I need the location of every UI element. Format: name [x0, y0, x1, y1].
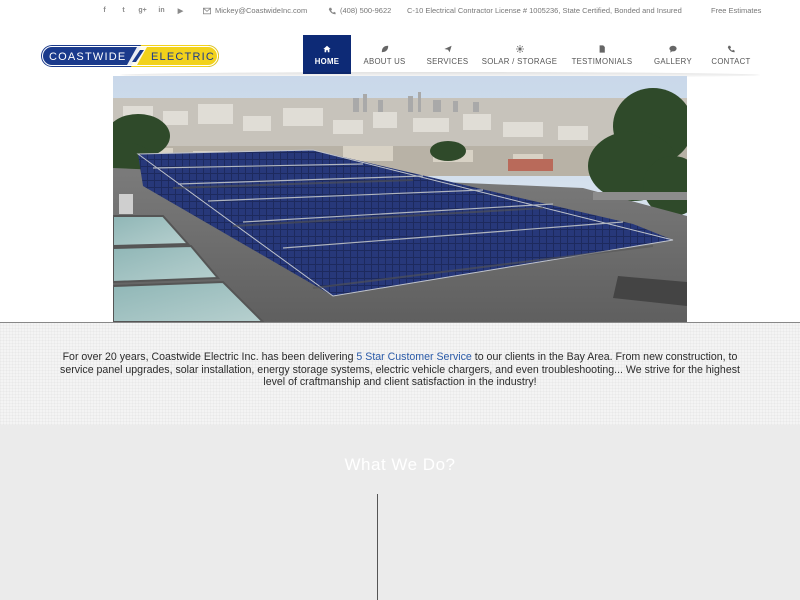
- nav-contact[interactable]: CONTACT: [704, 35, 758, 74]
- nav-label: ABOUT US: [363, 56, 406, 66]
- nav-home[interactable]: HOME: [303, 35, 351, 74]
- nav-about-us[interactable]: ABOUT US: [351, 35, 418, 74]
- nav-label: CONTACT: [711, 56, 751, 66]
- youtube-icon[interactable]: ▶: [176, 6, 185, 15]
- nav-label: TESTIMONIALS: [571, 56, 633, 66]
- nav-label: HOME: [314, 56, 340, 66]
- google-plus-icon[interactable]: g+: [138, 6, 147, 15]
- divider-line: [377, 494, 378, 600]
- nav-testimonials[interactable]: TESTIMONIALS: [562, 35, 642, 74]
- envelope-icon: [203, 7, 211, 14]
- email-link[interactable]: Mickey@CoastwideInc.com: [203, 6, 307, 15]
- linkedin-icon[interactable]: in: [157, 6, 166, 15]
- facebook-icon[interactable]: f: [100, 6, 109, 15]
- document-icon: [597, 44, 607, 54]
- phone-icon: [726, 44, 736, 54]
- home-icon: [322, 44, 332, 54]
- leaf-icon: [380, 44, 390, 54]
- nav-label: SERVICES: [426, 56, 469, 66]
- nav-label: GALLERY: [654, 56, 692, 66]
- phone-link[interactable]: (408) 500-9622: [328, 6, 391, 15]
- coastwide-electric-logo[interactable]: COASTWIDE ELECTRIC: [41, 45, 219, 67]
- comment-icon: [668, 44, 678, 54]
- social-links: f t g+ in ▶: [100, 6, 185, 15]
- nav-label: SOLAR / STORAGE: [481, 56, 558, 66]
- top-bar: f t g+ in ▶ Mickey@CoastwideInc.com (408…: [0, 0, 800, 22]
- section-title: What We Do?: [344, 455, 456, 474]
- phone-icon: [328, 7, 336, 14]
- intro-paragraph: For over 20 years, Coastwide Electric In…: [60, 351, 740, 389]
- intro-section: For over 20 years, Coastwide Electric In…: [0, 322, 800, 425]
- phone-text: (408) 500-9622: [340, 6, 392, 15]
- logo-word-electric: ELECTRIC: [151, 51, 215, 63]
- main-nav: HOME ABOUT US SERVICES SOLAR / STORAGE T…: [303, 35, 758, 74]
- nav-solar-storage[interactable]: SOLAR / STORAGE: [477, 35, 562, 74]
- twitter-icon[interactable]: t: [119, 6, 128, 15]
- email-text: Mickey@CoastwideInc.com: [215, 6, 308, 15]
- five-star-link[interactable]: 5 Star Customer Service: [356, 351, 471, 363]
- nav-gallery[interactable]: GALLERY: [642, 35, 704, 74]
- license-text: C-10 Electrical Contractor License # 100…: [407, 6, 682, 15]
- intro-text-before: For over 20 years, Coastwide Electric In…: [62, 351, 354, 363]
- hero-solar-rooftop-image: [113, 76, 687, 322]
- logo-word-coastwide: COASTWIDE: [49, 51, 126, 63]
- free-estimates-link[interactable]: Free Estimates: [711, 6, 761, 15]
- what-we-do-section: What We Do?: [0, 425, 800, 600]
- sun-icon: [515, 44, 525, 54]
- paper-plane-icon: [443, 44, 453, 54]
- nav-services[interactable]: SERVICES: [418, 35, 477, 74]
